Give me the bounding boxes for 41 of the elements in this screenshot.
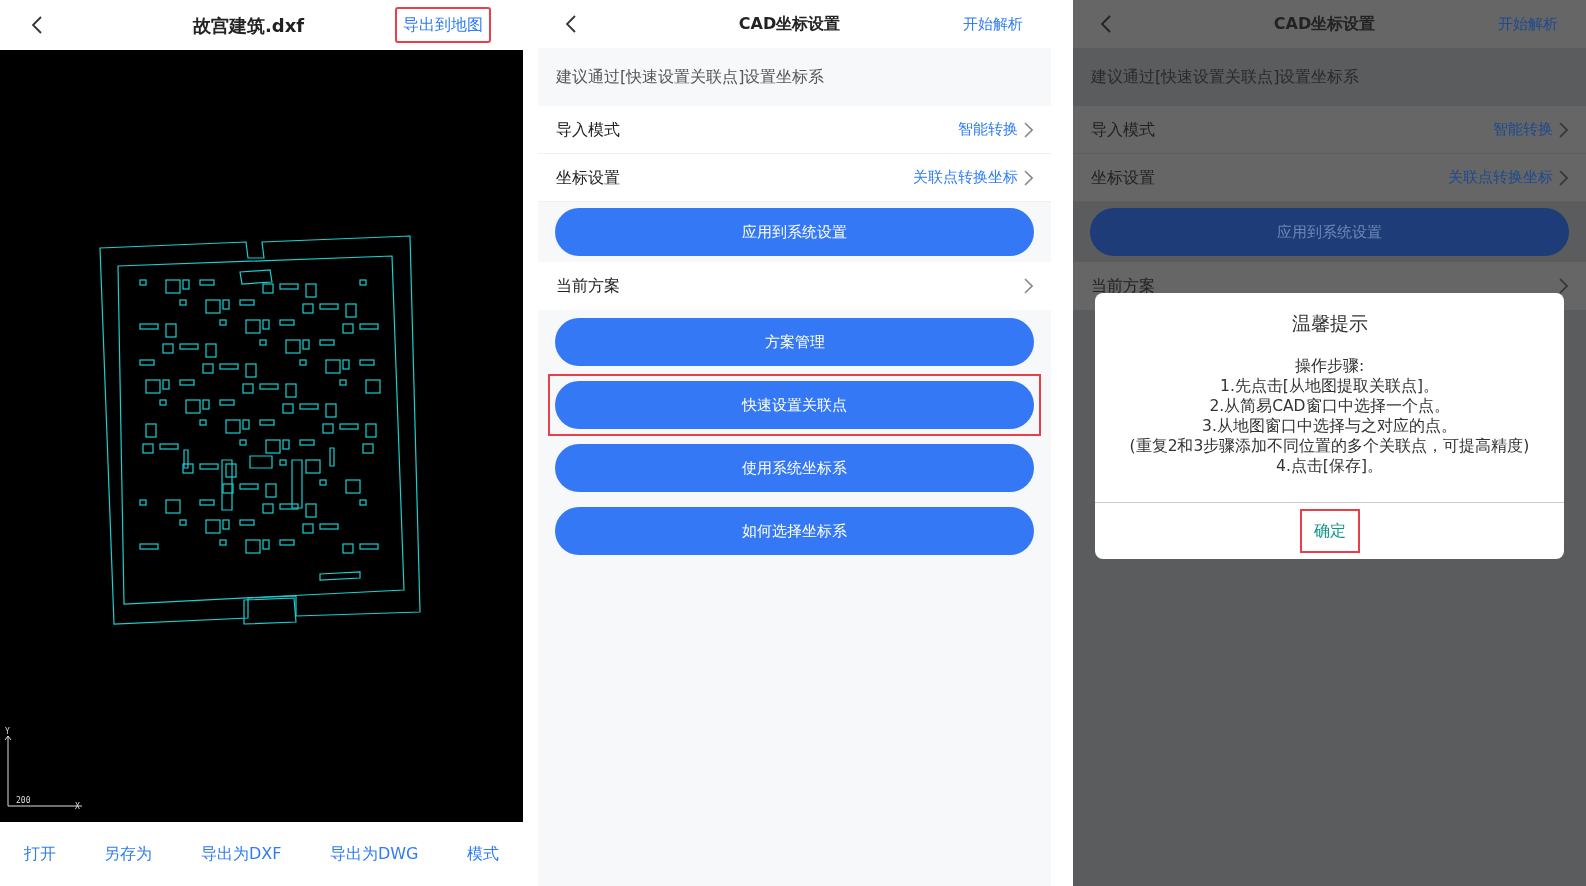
apply-button[interactable]: 应用到系统设置 [555, 208, 1034, 256]
screen-title: 故宫建筑.dxf [191, 13, 306, 38]
chevron-right-icon [1024, 121, 1033, 138]
dialog-text: 3.从地图窗口中选择与之对应的点。 [1202, 415, 1457, 436]
back-icon[interactable] [32, 16, 42, 34]
dialog-text: (重复2和3步骤添加不同位置的多个关联点，可提高精度) [1129, 435, 1530, 456]
scale-label: 200 [16, 797, 31, 805]
dialog-text: 操作步骤: [1294, 355, 1365, 376]
confirm-button[interactable]: 确定 [1299, 508, 1360, 553]
screen-title: CAD坐标设置 [737, 13, 842, 35]
toolbar-button[interactable]: 另存为 [104, 842, 153, 866]
dialog-text: 1.先点击[从地图提取关联点]。 [1220, 375, 1439, 396]
screen-title: CAD坐标设置 [1272, 13, 1377, 35]
action-button[interactable]: 方案管理 [555, 318, 1034, 366]
chevron-right-icon [1559, 121, 1568, 138]
chevron-right-icon [1024, 169, 1033, 186]
settings-row[interactable]: 导入模式 智能转换 [538, 106, 1051, 154]
chevron-right-icon [1559, 169, 1568, 186]
action-button[interactable]: 快速设置关联点 [555, 381, 1034, 429]
toolbar-button[interactable]: 导出为DWG [329, 842, 419, 866]
axis-y-label: Y [5, 728, 10, 736]
toolbar-button[interactable]: 模式 [466, 842, 499, 866]
toolbar-button[interactable]: 打开 [24, 842, 56, 866]
axis-x-label: X [75, 803, 80, 811]
chevron-right-icon [1559, 278, 1568, 294]
export-to-map-button[interactable]: 导出到地图 [395, 7, 491, 43]
hint-text: 建议通过[快速设置关联点]设置坐标系 [556, 66, 825, 88]
settings-row[interactable]: 当前方案 [538, 262, 1051, 310]
settings-row[interactable]: 导入模式 智能转换 [1073, 106, 1586, 154]
dialog-text: 4.点击[保存]。 [1276, 455, 1383, 476]
settings-row[interactable]: 坐标设置 关联点转换坐标 [1073, 154, 1586, 202]
settings-row[interactable]: 坐标设置 关联点转换坐标 [538, 154, 1051, 202]
start-parse-button[interactable]: 开始解析 [963, 12, 1023, 36]
back-icon[interactable] [566, 15, 576, 33]
dialog-title: 温馨提示 [1291, 311, 1368, 336]
dialog-text: 2.从简易CAD窗口中选择一个点。 [1209, 395, 1450, 416]
toolbar-button[interactable]: 导出为DXF [200, 842, 282, 866]
action-button[interactable]: 如何选择坐标系 [555, 507, 1034, 555]
apply-button[interactable]: 应用到系统设置 [1090, 208, 1569, 256]
chevron-right-icon [1024, 278, 1033, 294]
action-button[interactable]: 使用系统坐标系 [555, 444, 1034, 492]
